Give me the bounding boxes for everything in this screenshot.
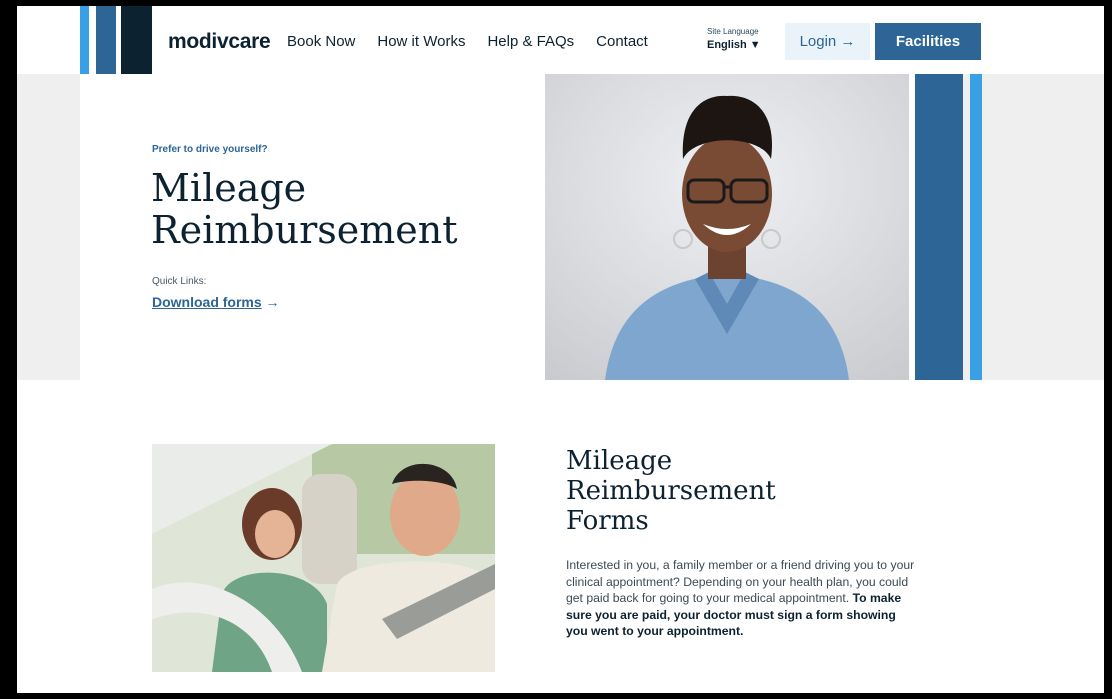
forms-title-line3: Forms <box>566 506 649 536</box>
nav-book-now[interactable]: Book Now <box>287 33 355 50</box>
quick-links-label: Quick Links: <box>152 276 207 287</box>
driving-couple-illustration <box>152 444 495 672</box>
page-title-line2: Reimbursement <box>151 208 458 252</box>
logo-bars <box>80 6 152 74</box>
hero-stripe-light <box>970 74 982 380</box>
forms-title-line1: Mileage <box>566 446 673 476</box>
forms-title-line2: Reimbursement <box>566 476 776 506</box>
hero-portrait-image <box>545 74 909 380</box>
logo-bar-dark <box>121 6 152 74</box>
arrow-right-icon: → <box>261 294 280 310</box>
main-nav: Book Now How it Works Help & FAQs Contac… <box>287 33 670 50</box>
brand-logo[interactable]: modivcare <box>168 30 271 54</box>
forms-section-body: Interested in you, a family member or a … <box>566 557 916 640</box>
woman-portrait-illustration <box>545 74 909 380</box>
hero-stripe-dark <box>915 74 963 380</box>
car-photo-image <box>152 444 495 672</box>
language-selector[interactable]: Site Language English ▼ <box>707 27 761 51</box>
login-button[interactable]: Login → <box>785 23 870 60</box>
page-title: Mileage Reimbursement <box>151 167 531 251</box>
download-forms-link[interactable]: Download forms → <box>152 294 280 310</box>
forms-section-title: Mileage Reimbursement Forms <box>566 446 866 536</box>
nav-how-it-works[interactable]: How it Works <box>377 33 465 50</box>
nav-help-faqs[interactable]: Help & FAQs <box>487 33 574 50</box>
language-label: Site Language <box>707 27 759 36</box>
download-forms-label[interactable]: Download forms <box>152 294 262 310</box>
facilities-button[interactable]: Facilities <box>875 23 981 60</box>
nav-contact[interactable]: Contact <box>596 33 648 50</box>
hero-eyebrow: Prefer to drive yourself? <box>152 144 268 155</box>
language-value[interactable]: English ▼ <box>707 39 761 51</box>
logo-bar-mid <box>96 6 116 74</box>
page-title-line1: Mileage <box>151 166 307 210</box>
logo-bar-light <box>80 6 89 74</box>
page: modivcare Book Now How it Works Help & F… <box>17 6 1104 693</box>
